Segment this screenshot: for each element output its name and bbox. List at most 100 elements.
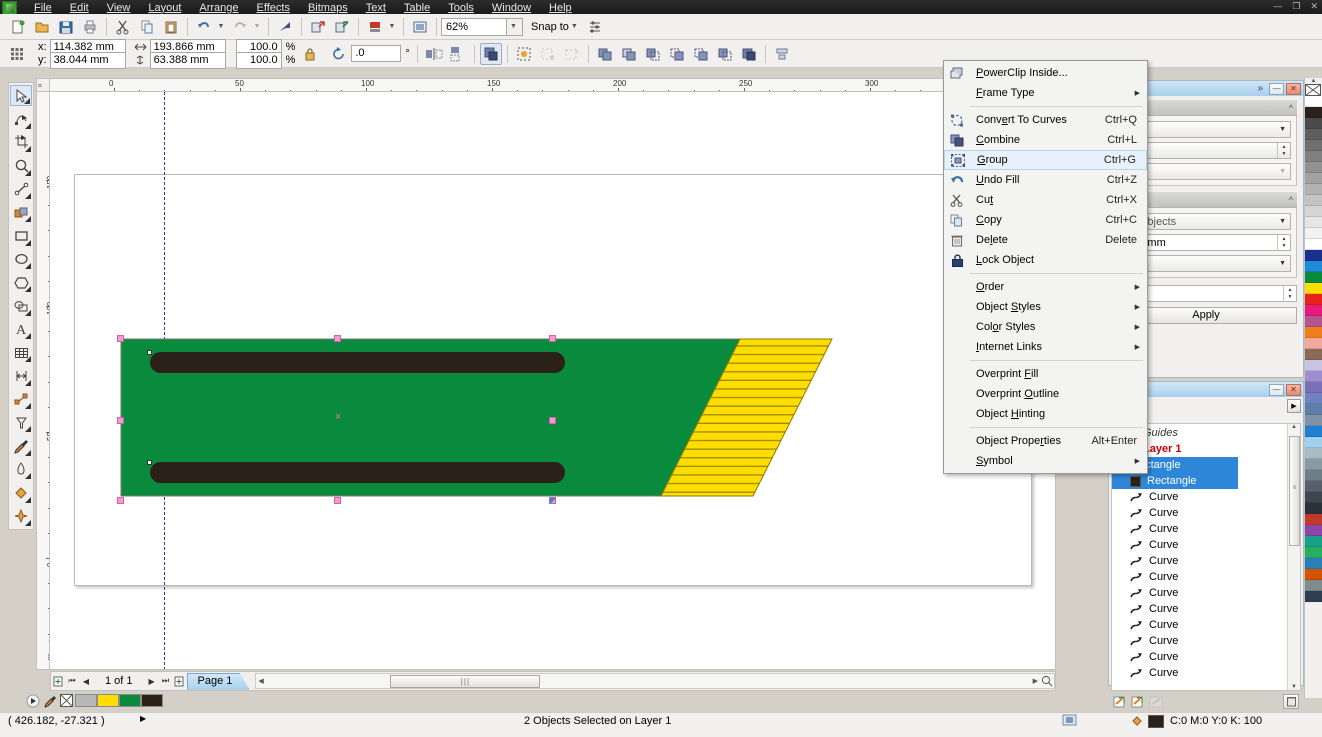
rotate-icon[interactable] bbox=[328, 43, 350, 65]
first-page-button[interactable]: ⏮ bbox=[65, 674, 79, 689]
horizontal-scroll-thumb[interactable]: ||| bbox=[390, 674, 541, 688]
menu-item-order[interactable]: Order ▶ bbox=[944, 277, 1147, 297]
selection-handle-bl[interactable] bbox=[117, 497, 124, 504]
palette-swatch[interactable] bbox=[1305, 514, 1322, 525]
edit-across-layers-icon[interactable] bbox=[1149, 695, 1164, 709]
smart-fill-tool[interactable] bbox=[10, 202, 32, 223]
palette-swatch[interactable] bbox=[1305, 492, 1322, 503]
palette-swatch[interactable] bbox=[1305, 591, 1322, 602]
object-manager-object-row[interactable]: Curve bbox=[1112, 489, 1300, 505]
palette-swatch[interactable] bbox=[1305, 393, 1322, 404]
text-tool[interactable]: A bbox=[10, 319, 32, 340]
ruler-corner[interactable]: ⌗ bbox=[36, 78, 50, 92]
menu-item-convert-to-curves[interactable]: Convert To Curves Ctrl+Q bbox=[944, 110, 1147, 130]
palette-swatch[interactable] bbox=[1305, 536, 1322, 547]
selection-handle-bc[interactable] bbox=[334, 497, 341, 504]
context-menu[interactable]: PowerClip Inside... Frame Type ▶ Convert To… bbox=[943, 60, 1148, 474]
new-master-layer-icon[interactable] bbox=[1131, 695, 1146, 709]
object-position-origin-icon[interactable] bbox=[7, 43, 29, 65]
palette-swatch[interactable] bbox=[1305, 437, 1322, 448]
add-page-end-icon[interactable] bbox=[173, 674, 187, 689]
minimize-button[interactable]: — bbox=[1273, 0, 1282, 13]
object-manager-object-row[interactable]: Curve bbox=[1112, 633, 1300, 649]
object-manager-object-row[interactable]: Curve bbox=[1112, 505, 1300, 521]
next-page-button[interactable]: ▶ bbox=[145, 674, 159, 689]
om-scroll-up-arrow-icon[interactable]: ▲ bbox=[1288, 424, 1300, 430]
shape-tool[interactable] bbox=[10, 108, 32, 129]
align-distribute-icon[interactable] bbox=[771, 43, 793, 65]
reset-transform-icon[interactable] bbox=[561, 43, 583, 65]
menu-item-object-properties[interactable]: Object Properties Alt+Enter bbox=[944, 431, 1147, 451]
palette-swatch[interactable] bbox=[1305, 349, 1322, 360]
object-manager-object-row[interactable]: Curve bbox=[1112, 585, 1300, 601]
copies-spinner[interactable]: ▲ ▼ bbox=[1283, 286, 1296, 301]
menu-item-combine[interactable]: Combine Ctrl+L bbox=[944, 130, 1147, 150]
object-manager-object-row[interactable]: Curve bbox=[1112, 617, 1300, 633]
palette-swatch[interactable] bbox=[1305, 239, 1322, 250]
palette-no-color-icon[interactable] bbox=[1305, 84, 1322, 96]
quick-color-1[interactable] bbox=[97, 694, 119, 707]
palette-swatch[interactable] bbox=[1305, 558, 1322, 569]
connector-tool[interactable] bbox=[10, 389, 32, 410]
om-scroll-down-arrow-icon[interactable]: ▼ bbox=[1288, 684, 1300, 690]
collapse-chevron-icon[interactable]: ^ bbox=[1289, 103, 1293, 113]
rectangle-tool[interactable] bbox=[10, 225, 32, 246]
pick-tool[interactable] bbox=[10, 85, 32, 107]
palette-swatch[interactable] bbox=[1305, 261, 1322, 272]
collapse-chevron-icon[interactable]: ^ bbox=[1289, 195, 1293, 205]
palette-swatch[interactable] bbox=[1305, 195, 1322, 206]
ellipse-tool[interactable] bbox=[10, 249, 32, 270]
palette-swatch[interactable] bbox=[1305, 129, 1322, 140]
zoom-tool[interactable] bbox=[10, 155, 32, 176]
palette-swatch[interactable] bbox=[1305, 250, 1322, 261]
menu-item-copy[interactable]: Copy Ctrl+C bbox=[944, 210, 1147, 230]
scroll-left-arrow-icon[interactable]: ◀ bbox=[258, 677, 263, 685]
palette-swatch[interactable] bbox=[1305, 228, 1322, 239]
scroll-right-arrow-icon[interactable]: ▶ bbox=[1033, 677, 1038, 685]
object-manager-object-row[interactable]: Curve bbox=[1112, 569, 1300, 585]
palette-swatch[interactable] bbox=[1305, 503, 1322, 514]
palette-swatch-list[interactable] bbox=[1305, 96, 1322, 602]
front-minus-back-icon[interactable] bbox=[690, 43, 712, 65]
docker-minimize-button[interactable]: — bbox=[1269, 82, 1284, 95]
open-icon[interactable] bbox=[31, 16, 53, 38]
height-input[interactable]: 63.388 mm bbox=[149, 51, 226, 69]
layer-color-swatch[interactable] bbox=[1130, 475, 1141, 487]
options-icon[interactable] bbox=[584, 16, 606, 38]
snap-dropdown-arrow-icon[interactable]: ▼ bbox=[571, 23, 578, 30]
palette-swatch[interactable] bbox=[1305, 327, 1322, 338]
om-scroll-thumb[interactable]: ≡ bbox=[1289, 436, 1300, 546]
palette-swatch[interactable] bbox=[1305, 217, 1322, 228]
menu-item-overprint-fill[interactable]: Overprint Fill bbox=[944, 364, 1147, 384]
selection-handle-tr[interactable] bbox=[549, 335, 556, 342]
redo-icon[interactable] bbox=[229, 16, 251, 38]
paste-icon[interactable] bbox=[160, 16, 182, 38]
save-icon[interactable] bbox=[55, 16, 77, 38]
palette-swatch[interactable] bbox=[1305, 382, 1322, 393]
import-arrow-icon[interactable] bbox=[274, 16, 296, 38]
dimension-tool[interactable] bbox=[10, 365, 32, 386]
palette-swatch[interactable] bbox=[1305, 448, 1322, 459]
palette-swatch[interactable] bbox=[1305, 426, 1322, 437]
om-scrollbar[interactable]: ▲ ≡ ▼ bbox=[1287, 424, 1300, 690]
menu-item-powerclip-inside[interactable]: PowerClip Inside... bbox=[944, 63, 1147, 83]
export-icon[interactable] bbox=[331, 16, 353, 38]
chevron-down-icon[interactable]: ▼ bbox=[1279, 260, 1290, 267]
palette-swatch[interactable] bbox=[1305, 360, 1322, 371]
application-launcher-icon[interactable] bbox=[409, 16, 431, 38]
navigator-play-icon[interactable] bbox=[26, 694, 40, 708]
palette-swatch[interactable] bbox=[1305, 118, 1322, 129]
palette-swatch[interactable] bbox=[1305, 316, 1322, 327]
untransform-icon[interactable] bbox=[537, 43, 559, 65]
blend-tool[interactable] bbox=[10, 412, 32, 433]
add-page-start-icon[interactable] bbox=[51, 674, 65, 689]
page-tab-1[interactable]: Page 1 bbox=[187, 673, 250, 690]
node-marker-bottom[interactable] bbox=[147, 460, 152, 465]
menu-item-symbol[interactable]: Symbol ▶ bbox=[944, 451, 1147, 471]
palette-swatch[interactable] bbox=[1305, 580, 1322, 591]
palette-swatch[interactable] bbox=[1305, 305, 1322, 316]
selection-handle-br[interactable] bbox=[549, 497, 556, 504]
y-position-input[interactable]: 38.044 mm bbox=[49, 51, 126, 69]
simplify-icon[interactable] bbox=[666, 43, 688, 65]
vertical-ruler[interactable]: millimeters 15010050050 bbox=[36, 92, 50, 670]
